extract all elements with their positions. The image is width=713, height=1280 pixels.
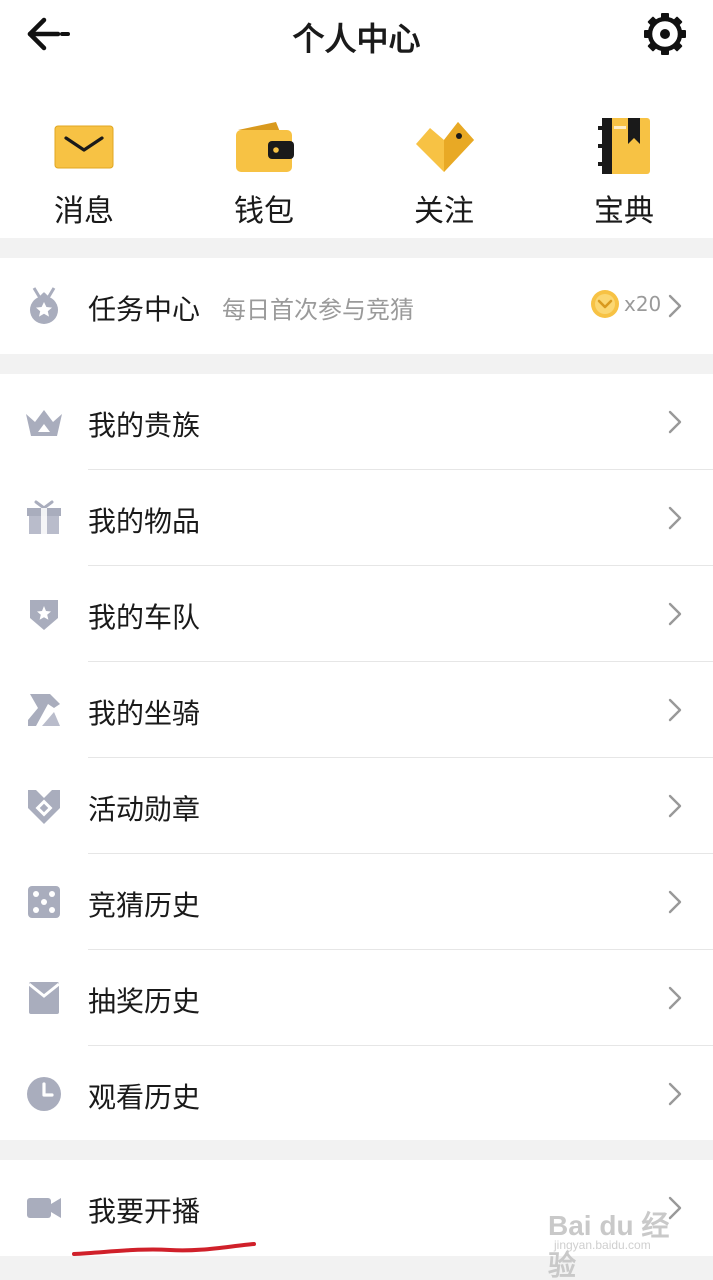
- settings-button[interactable]: [640, 10, 690, 58]
- quick-action-label: 关注: [414, 194, 474, 229]
- menu-item-quiz-history[interactable]: 竞猜历史: [0, 854, 713, 950]
- chevron-right-icon: [668, 294, 682, 318]
- medal-icon: [28, 790, 60, 824]
- page-title: 个人中心: [292, 20, 421, 58]
- quick-action-messages[interactable]: 消息: [24, 108, 144, 229]
- reward-count: x20: [624, 292, 662, 316]
- menu-item-label: 我的物品: [88, 505, 201, 538]
- chevron-right-icon: [668, 698, 682, 722]
- menu-item-lottery-history[interactable]: 抽奖历史: [0, 950, 713, 1046]
- watermark-subtext: jingyan.baidu.com: [554, 1238, 651, 1252]
- menu-item-watch-history[interactable]: 观看历史: [0, 1046, 713, 1142]
- task-center-subtitle: 每日首次参与竞猜: [222, 296, 414, 324]
- chevron-right-icon: [668, 506, 682, 530]
- annotation-underline: [72, 1242, 256, 1256]
- quick-action-label: 消息: [54, 194, 114, 229]
- menu-item-noble[interactable]: 我的贵族: [0, 374, 713, 470]
- shield-star-icon: [30, 600, 58, 630]
- menu-item-mount[interactable]: 我的坐骑: [0, 662, 713, 758]
- menu-item-label: 观看历史: [88, 1081, 201, 1114]
- menu-item-items[interactable]: 我的物品: [0, 470, 713, 566]
- heart-tag-icon: [416, 122, 474, 172]
- menu-item-label: 我要开播: [88, 1195, 201, 1228]
- chevron-right-icon: [668, 602, 682, 626]
- giftbox-icon: [27, 500, 61, 534]
- envelope-icon: [54, 125, 114, 169]
- chevron-right-icon: [668, 410, 682, 434]
- coin-icon: [591, 290, 619, 318]
- chevron-right-icon: [668, 794, 682, 818]
- crown-icon: [26, 410, 62, 436]
- menu-item-medals[interactable]: 活动勋章: [0, 758, 713, 854]
- task-center-label: 任务中心: [88, 293, 201, 326]
- menu-item-label: 我的坐骑: [88, 697, 201, 730]
- header: 个人中心 消息 钱包 关注 宝典: [0, 0, 713, 238]
- menu-item-label: 我的贵族: [88, 409, 201, 442]
- wallet-icon: [236, 122, 294, 172]
- horse-icon: [28, 694, 60, 726]
- notebook-icon: [598, 118, 650, 174]
- menu-item-label: 竞猜历史: [88, 889, 201, 922]
- quick-action-wallet[interactable]: 钱包: [204, 108, 324, 229]
- quick-action-label: 钱包: [234, 194, 294, 229]
- quick-action-guide[interactable]: 宝典: [564, 108, 684, 229]
- gear-icon: [644, 13, 686, 55]
- menu-item-label: 活动勋章: [88, 793, 201, 826]
- chevron-right-icon: [668, 1082, 682, 1106]
- menu-section: 我的贵族 我的物品 我的车队 我的坐骑 活动勋章 竞猜历史 抽奖历史 观看历史: [0, 374, 713, 1140]
- camera-icon: [27, 1198, 61, 1218]
- dice-icon: [28, 886, 60, 918]
- watermark: Bai du 经验 jingyan.baidu.com: [548, 1198, 688, 1280]
- clock-icon: [27, 1077, 61, 1111]
- chevron-right-icon: [668, 890, 682, 914]
- menu-item-label: 我的车队: [88, 601, 201, 634]
- quick-action-follow[interactable]: 关注: [384, 108, 504, 229]
- medal-star-icon: [30, 287, 58, 324]
- red-envelope-icon: [28, 982, 60, 1014]
- menu-item-label: 抽奖历史: [88, 985, 201, 1018]
- menu-item-team[interactable]: 我的车队: [0, 566, 713, 662]
- chevron-right-icon: [668, 986, 682, 1010]
- quick-action-label: 宝典: [594, 194, 654, 229]
